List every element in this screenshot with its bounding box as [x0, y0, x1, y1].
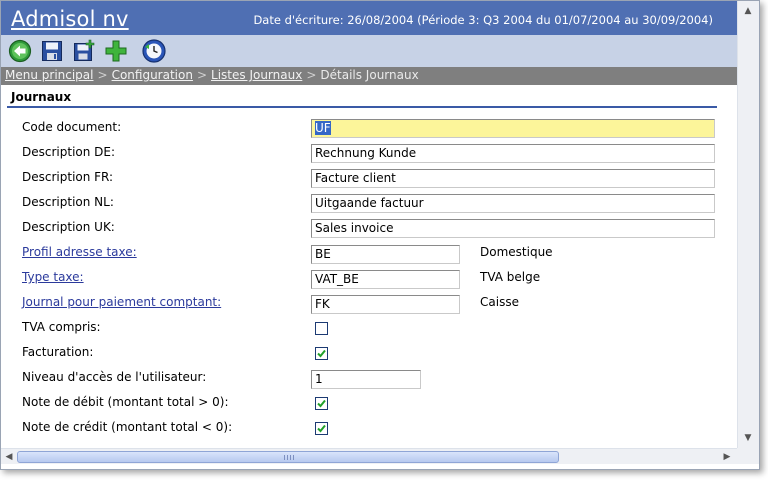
profil-adresse-taxe-link[interactable]: Profil adresse taxe:: [22, 245, 137, 259]
type-taxe-link[interactable]: Type taxe:: [22, 270, 84, 284]
main-content: Admisol nv Date d'écriture: 26/08/2004 (…: [1, 1, 737, 448]
scroll-left-icon[interactable]: ◀: [1, 449, 17, 465]
breadcrumb-listes-journaux[interactable]: Listes Journaux: [211, 68, 302, 82]
add-button[interactable]: [103, 38, 129, 64]
description-de-label: Description DE:: [22, 145, 116, 159]
description-fr-input[interactable]: Facture client: [311, 169, 715, 188]
horizontal-scroll-thumb[interactable]: [17, 451, 559, 463]
grip-icon: [284, 455, 294, 460]
toolbar: [1, 35, 737, 67]
scrollbar-corner: [737, 448, 759, 464]
vertical-scrollbar[interactable]: ▲ ▼: [737, 1, 759, 448]
checkmark-icon: [317, 349, 326, 358]
tva-compris-checkbox[interactable]: [315, 322, 328, 335]
back-button[interactable]: [7, 38, 33, 64]
description-uk-input[interactable]: Sales invoice: [311, 219, 715, 238]
section-divider: [7, 106, 717, 108]
save-new-button[interactable]: [71, 38, 97, 64]
journal-paiement-comptant-link[interactable]: Journal pour paiement comptant:: [22, 295, 221, 309]
facturation-label: Facturation:: [22, 345, 94, 359]
description-fr-label: Description FR:: [22, 170, 114, 184]
scroll-right-icon[interactable]: ▶: [719, 449, 735, 465]
description-nl-input[interactable]: Uitgaande factuur: [311, 194, 715, 213]
scroll-up-icon[interactable]: ▲: [740, 3, 756, 19]
breadcrumb-separator: >: [97, 68, 108, 82]
profil-adresse-taxe-input[interactable]: BE: [311, 245, 460, 264]
profil-adresse-taxe-description: Domestique: [480, 245, 553, 259]
breadcrumb-separator: >: [306, 68, 317, 82]
facturation-checkbox[interactable]: [315, 347, 328, 360]
save-icon: [42, 41, 62, 61]
description-de-input[interactable]: Rechnung Kunde: [311, 144, 715, 163]
description-nl-label: Description NL:: [22, 195, 114, 209]
journal-paiement-comptant-input[interactable]: FK: [311, 295, 460, 314]
history-button[interactable]: [141, 38, 167, 64]
checkmark-icon: [317, 399, 326, 408]
journal-paiement-comptant-description: Caisse: [480, 295, 519, 309]
app-window: Admisol nv Date d'écriture: 26/08/2004 (…: [0, 0, 760, 470]
code-document-input[interactable]: UF: [311, 119, 715, 138]
breadcrumb: Menu principal > Configuration > Listes Jour…: [1, 67, 737, 85]
niveau-acces-label: Niveau d'accès de l'utilisateur:: [22, 370, 207, 384]
breadcrumb-current: Détails Journaux: [320, 68, 419, 82]
type-taxe-description: TVA belge: [480, 270, 541, 284]
save-new-icon: [74, 39, 95, 61]
note-credit-checkbox[interactable]: [315, 422, 328, 435]
niveau-acces-input[interactable]: 1: [311, 370, 421, 389]
company-title[interactable]: Admisol nv: [11, 7, 129, 31]
note-debit-label: Note de débit (montant total > 0):: [22, 395, 229, 409]
code-document-label: Code document:: [22, 120, 122, 134]
scroll-down-icon[interactable]: ▼: [740, 430, 756, 446]
add-icon: [105, 40, 127, 62]
note-debit-checkbox[interactable]: [315, 397, 328, 410]
refresh-clock-icon: [142, 39, 166, 63]
breadcrumb-menu-principal[interactable]: Menu principal: [5, 68, 94, 82]
tva-compris-label: TVA compris:: [22, 320, 101, 334]
code-document-value: UF: [315, 121, 331, 135]
breadcrumb-configuration[interactable]: Configuration: [112, 68, 193, 82]
app-header: Admisol nv Date d'écriture: 26/08/2004 (…: [1, 1, 737, 35]
posting-date-info: Date d'écriture: 26/08/2004 (Période 3: …: [253, 13, 713, 27]
type-taxe-input[interactable]: VAT_BE: [311, 270, 460, 289]
checkmark-icon: [317, 424, 326, 433]
note-credit-label: Note de crédit (montant total < 0):: [22, 420, 233, 434]
description-uk-label: Description UK:: [22, 220, 115, 234]
horizontal-scrollbar[interactable]: ◀ ▶: [1, 448, 737, 464]
save-button[interactable]: [39, 38, 65, 64]
back-arrow-icon: [8, 39, 32, 63]
breadcrumb-separator: >: [196, 68, 208, 82]
section-title: Journaux: [11, 90, 72, 104]
